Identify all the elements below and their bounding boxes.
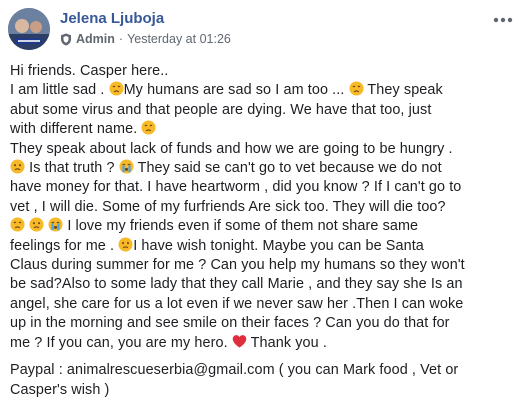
author-name[interactable]: Jelena Ljuboja bbox=[60, 10, 164, 27]
post-line: abut some virus and that people are dyin… bbox=[10, 101, 432, 118]
red-heart-emoji bbox=[232, 334, 247, 349]
post-meta: Admin · Yesterday at 01:26 bbox=[60, 32, 231, 46]
post-line: me ? If you can, you are my hero. Thank … bbox=[10, 334, 327, 351]
author-avatar[interactable] bbox=[8, 8, 50, 50]
paypal-line: Paypal : animalrescueserbia@gmail.com ( … bbox=[10, 362, 459, 379]
post-line: Hi friends. Casper here.. bbox=[10, 63, 169, 79]
post-timestamp[interactable]: Yesterday at 01:26 bbox=[127, 32, 231, 46]
meta-separator: · bbox=[118, 32, 124, 46]
post-line: Is that truth ? They said se can't go to… bbox=[10, 159, 522, 178]
shield-icon bbox=[60, 33, 72, 46]
disappointed-face-emoji bbox=[109, 81, 124, 96]
more-options-icon[interactable] bbox=[491, 12, 515, 28]
post-line: with different name. bbox=[10, 120, 522, 139]
crying-face-emoji bbox=[48, 217, 63, 232]
post-header: Jelena Ljuboja Admin · Yesterday at 01:2… bbox=[8, 6, 519, 52]
disappointed-face-emoji bbox=[349, 81, 364, 96]
post-line: They speak about lack of funds and how w… bbox=[10, 140, 453, 157]
disappointed-face-emoji bbox=[10, 217, 25, 232]
post-line: angel, she care for us a lot even if we … bbox=[10, 295, 464, 312]
post-line: have money for that. I have heartworm , … bbox=[10, 179, 462, 196]
post-body: Hi friends. Casper here.. I am little sa… bbox=[10, 62, 522, 400]
worried-face-emoji bbox=[10, 159, 25, 174]
post-line: Claus during summer for me ? Can you hel… bbox=[10, 257, 465, 274]
post-line: vet , I will die. Some of my furfriends … bbox=[10, 198, 446, 215]
facebook-post: Jelena Ljuboja Admin · Yesterday at 01:2… bbox=[0, 0, 527, 400]
post-line: feelings for me . I have wish tonight. M… bbox=[10, 237, 424, 254]
crying-face-emoji bbox=[119, 159, 134, 174]
post-line: I love my friends even if some of them n… bbox=[10, 217, 522, 236]
disappointed-face-emoji bbox=[141, 120, 156, 135]
post-line: be sad?Also to some lady that they call … bbox=[10, 276, 463, 293]
post-line: up in the morning and see smile on their… bbox=[10, 315, 450, 332]
worried-face-emoji bbox=[29, 217, 44, 232]
paypal-line: Casper's wish ) bbox=[10, 381, 110, 398]
role-badge: Admin bbox=[76, 32, 115, 46]
post-line: I am little sad . My humans are sad so I… bbox=[10, 81, 443, 99]
sad-face-emoji bbox=[118, 237, 133, 252]
